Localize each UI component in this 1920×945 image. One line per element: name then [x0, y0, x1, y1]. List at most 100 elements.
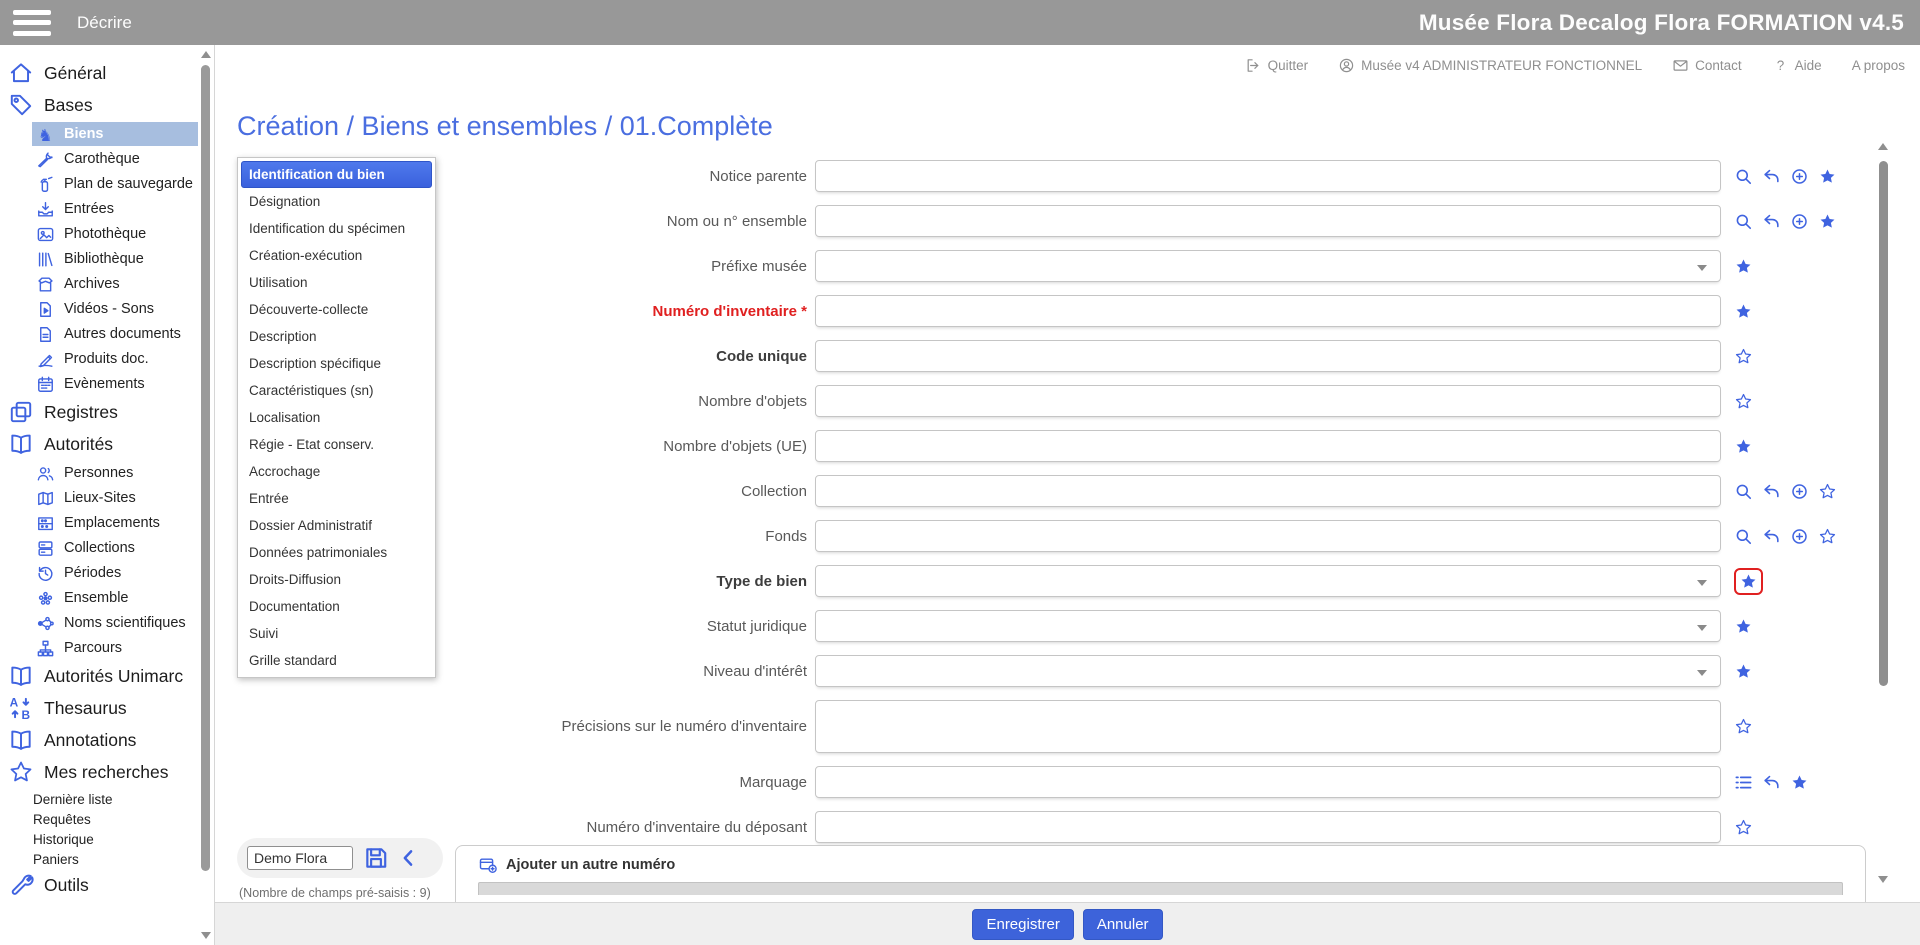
sidebar-item-noms-scientifiques[interactable]: Noms scientifiques — [32, 611, 198, 635]
utility-link-quitter[interactable]: Quitter — [1245, 57, 1309, 74]
list-icon[interactable] — [1734, 773, 1753, 792]
tab-designation[interactable]: Désignation — [241, 188, 432, 215]
utility-link-musee-v4-administrateur-fonctionnel[interactable]: Musée v4 ADMINISTRATEUR FONCTIONNEL — [1338, 57, 1642, 74]
numero-d-inventaire-du-deposant-input[interactable] — [815, 811, 1721, 843]
preset-name-input[interactable] — [247, 846, 353, 870]
tab-suivi[interactable]: Suivi — [241, 620, 432, 647]
sidebar-item-phototheque[interactable]: Photothèque — [32, 222, 198, 246]
tab-droits-diffusion[interactable]: Droits-Diffusion — [241, 566, 432, 593]
niveau-d-interet-select[interactable] — [815, 655, 1721, 687]
star-outline-icon[interactable] — [1818, 527, 1837, 546]
tab-accrochage[interactable]: Accrochage — [241, 458, 432, 485]
tab-identification-du-bien[interactable]: Identification du bien — [241, 161, 432, 188]
scroll-down-icon[interactable] — [1878, 876, 1888, 883]
sidebar-item-bibliotheque[interactable]: Bibliothèque — [32, 247, 198, 271]
code-unique-input[interactable] — [815, 340, 1721, 372]
tab-grille-standard[interactable]: Grille standard — [241, 647, 432, 674]
sidebar-item-videos-sons[interactable]: Vidéos - Sons — [32, 297, 198, 321]
sidebar-item-parcours[interactable]: Parcours — [32, 636, 198, 660]
chevron-left-icon[interactable] — [399, 848, 419, 868]
scroll-up-icon[interactable] — [1878, 143, 1888, 150]
star-outline-icon[interactable] — [1818, 482, 1837, 501]
plus-circle-icon[interactable] — [1790, 482, 1809, 501]
sidebar-item-archives[interactable]: Archives — [32, 272, 198, 296]
sidebar-item-collections[interactable]: Collections — [32, 536, 198, 560]
tab-description-specifique[interactable]: Description spécifique — [241, 350, 432, 377]
undo-icon[interactable] — [1762, 482, 1781, 501]
star-filled-icon[interactable] — [1790, 773, 1809, 792]
sidebar-scrollbar[interactable] — [199, 51, 213, 939]
tab-caracteristiques-sn[interactable]: Caractéristiques (sn) — [241, 377, 432, 404]
sidebar-item-autorites-unimarc[interactable]: Autorités Unimarc — [0, 661, 214, 691]
sidebar-item-registres[interactable]: Registres — [0, 397, 214, 427]
star-filled-icon[interactable] — [1734, 302, 1753, 321]
tab-decouverte-collecte[interactable]: Découverte-collecte — [241, 296, 432, 323]
star-filled-icon[interactable] — [1734, 437, 1753, 456]
sidebar-item-produits-doc[interactable]: Produits doc. — [32, 347, 198, 371]
star-outline-icon[interactable] — [1734, 818, 1753, 837]
sidebar-item-paniers[interactable]: Paniers — [33, 849, 214, 869]
tab-localisation[interactable]: Localisation — [241, 404, 432, 431]
sidebar-item-outils[interactable]: Outils — [0, 870, 214, 900]
notice-parente-input[interactable] — [815, 160, 1721, 192]
undo-icon[interactable] — [1762, 167, 1781, 186]
type-de-bien-select[interactable] — [815, 565, 1721, 597]
plus-circle-icon[interactable] — [1790, 527, 1809, 546]
sidebar-item-annotations[interactable]: Annotations — [0, 725, 214, 755]
sidebar-item-periodes[interactable]: Périodes — [32, 561, 198, 585]
sidebar-item-biens[interactable]: ♞Biens — [32, 122, 198, 146]
search-icon[interactable] — [1734, 482, 1753, 501]
sidebar-item-entrees[interactable]: Entrées — [32, 197, 198, 221]
sidebar-item-autres-documents[interactable]: Autres documents — [32, 322, 198, 346]
star-filled-icon[interactable] — [1818, 167, 1837, 186]
sidebar-item-requetes[interactable]: Requêtes — [33, 809, 214, 829]
sidebar-item-bases[interactable]: Bases — [0, 90, 214, 120]
add-number-header[interactable]: Ajouter un autre numéro — [478, 855, 1843, 875]
tab-creation-execution[interactable]: Création-exécution — [241, 242, 432, 269]
utility-link-aide[interactable]: ?Aide — [1772, 57, 1822, 74]
sidebar-item-evenements[interactable]: Evènements — [32, 372, 198, 396]
undo-icon[interactable] — [1762, 773, 1781, 792]
star-filled-icon[interactable] — [1734, 257, 1753, 276]
main-scrollbar[interactable] — [1876, 143, 1891, 883]
search-icon[interactable] — [1734, 167, 1753, 186]
sidebar-item-mes-recherches[interactable]: Mes recherches — [0, 757, 214, 787]
precisions-sur-le-numero-d-inventaire-textarea[interactable] — [815, 700, 1721, 753]
sidebar-item-derniere-liste[interactable]: Dernière liste — [33, 789, 214, 809]
sidebar-item-autorites[interactable]: Autorités — [0, 429, 214, 459]
cancel-button[interactable]: Annuler — [1083, 909, 1163, 940]
tab-entree[interactable]: Entrée — [241, 485, 432, 512]
plus-circle-icon[interactable] — [1790, 167, 1809, 186]
scroll-down-icon[interactable] — [201, 932, 211, 939]
star-filled-icon[interactable] — [1818, 212, 1837, 231]
utility-link-contact[interactable]: Contact — [1672, 57, 1742, 74]
prefixe-musee-select[interactable] — [815, 250, 1721, 282]
statut-juridique-select[interactable] — [815, 610, 1721, 642]
tab-utilisation[interactable]: Utilisation — [241, 269, 432, 296]
tab-identification-du-specimen[interactable]: Identification du spécimen — [241, 215, 432, 242]
collection-input[interactable] — [815, 475, 1721, 507]
star-outline-icon[interactable] — [1734, 347, 1753, 366]
save-button[interactable]: Enregistrer — [972, 909, 1073, 940]
nombre-d-objets-ue-input[interactable] — [815, 430, 1721, 462]
sidebar-item-general[interactable]: Général — [0, 58, 214, 88]
sidebar-item-emplacements[interactable]: Emplacements — [32, 511, 198, 535]
scroll-up-icon[interactable] — [201, 51, 211, 58]
hamburger-menu-icon[interactable] — [13, 10, 51, 36]
search-icon[interactable] — [1734, 212, 1753, 231]
tab-description[interactable]: Description — [241, 323, 432, 350]
numero-d-inventaire-input[interactable] — [815, 295, 1721, 327]
sidebar-item-plan-de-sauvegarde[interactable]: Plan de sauvegarde — [32, 172, 198, 196]
sidebar-item-personnes[interactable]: Personnes — [32, 461, 198, 485]
sidebar-item-carotheque[interactable]: Carothèque — [32, 147, 198, 171]
utility-link-a-propos[interactable]: A propos — [1852, 58, 1905, 73]
sidebar-item-historique[interactable]: Historique — [33, 829, 214, 849]
sidebar-scrollbar-thumb[interactable] — [201, 65, 210, 871]
undo-icon[interactable] — [1762, 527, 1781, 546]
save-icon[interactable] — [363, 845, 389, 871]
sidebar-item-lieux-sites[interactable]: Lieux-Sites — [32, 486, 198, 510]
main-scrollbar-thumb[interactable] — [1879, 161, 1888, 686]
marquage-input[interactable] — [815, 766, 1721, 798]
star-outline-icon[interactable] — [1734, 392, 1753, 411]
sidebar-item-thesaurus[interactable]: ABThesaurus — [0, 693, 214, 723]
